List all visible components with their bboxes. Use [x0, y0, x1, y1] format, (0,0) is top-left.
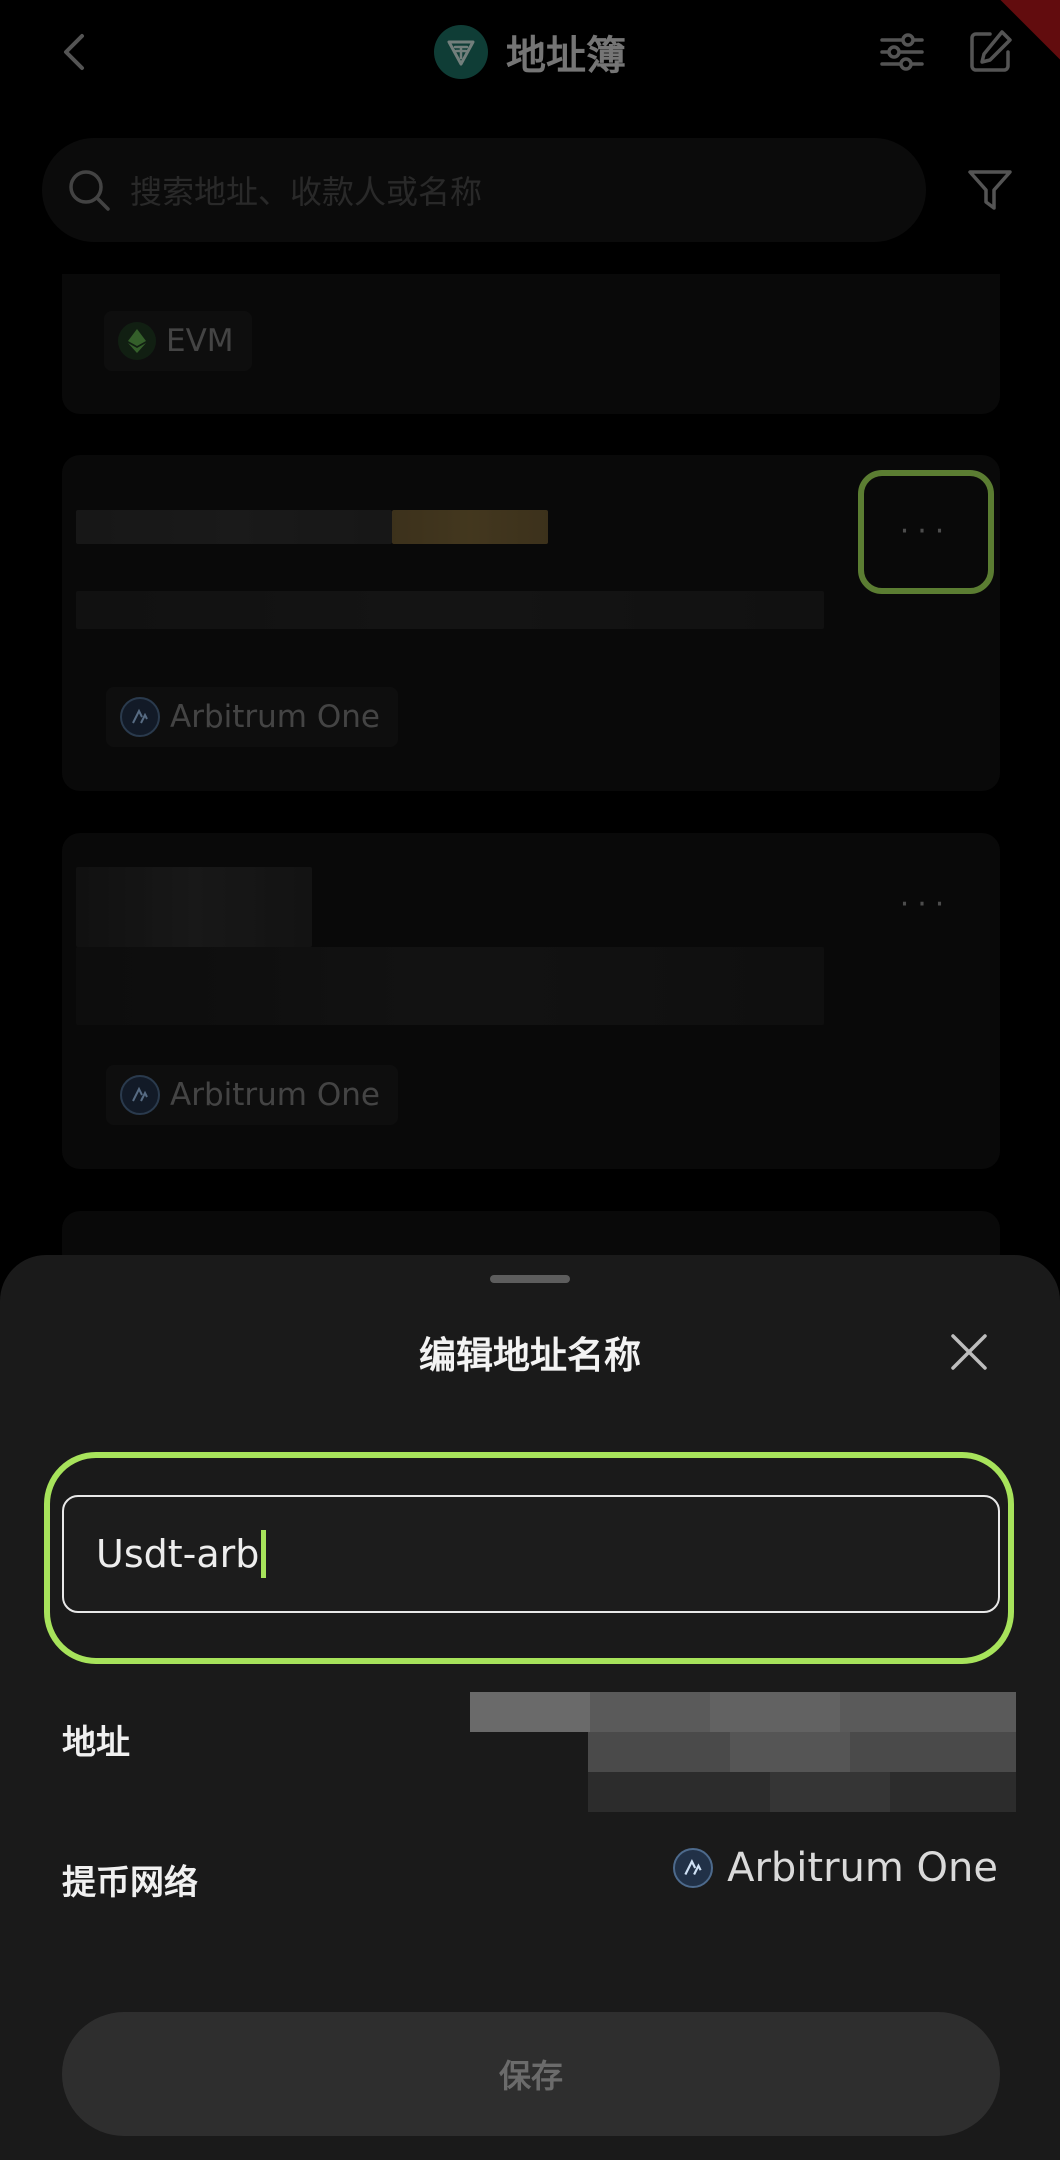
edit-name-sheet: 编辑地址名称 Usdt-arb 地址 提币网络 Arbitrum One 保存: [0, 1255, 1060, 2160]
network-value: Arbitrum One: [673, 1845, 998, 1891]
network-value-label: Arbitrum One: [727, 1845, 998, 1891]
close-icon: [951, 1334, 987, 1370]
address-name-value: Usdt-arb: [96, 1532, 260, 1576]
arbitrum-icon: [673, 1848, 714, 1888]
text-caret: [261, 1530, 267, 1578]
address-value-redacted: [470, 1692, 1016, 1812]
address-book-page: 地址簿 搜索地址、收款人或名称 EVM Arbitrum One ··· Arb…: [0, 0, 1060, 2160]
network-label: 提币网络: [62, 1863, 198, 1903]
close-button[interactable]: [944, 1327, 994, 1377]
address-name-input[interactable]: Usdt-arb: [62, 1495, 1000, 1613]
address-label: 地址: [62, 1723, 130, 1763]
save-button[interactable]: 保存: [62, 2012, 1000, 2136]
sheet-title: 编辑地址名称: [419, 1334, 641, 1377]
sheet-handle[interactable]: [490, 1275, 570, 1283]
